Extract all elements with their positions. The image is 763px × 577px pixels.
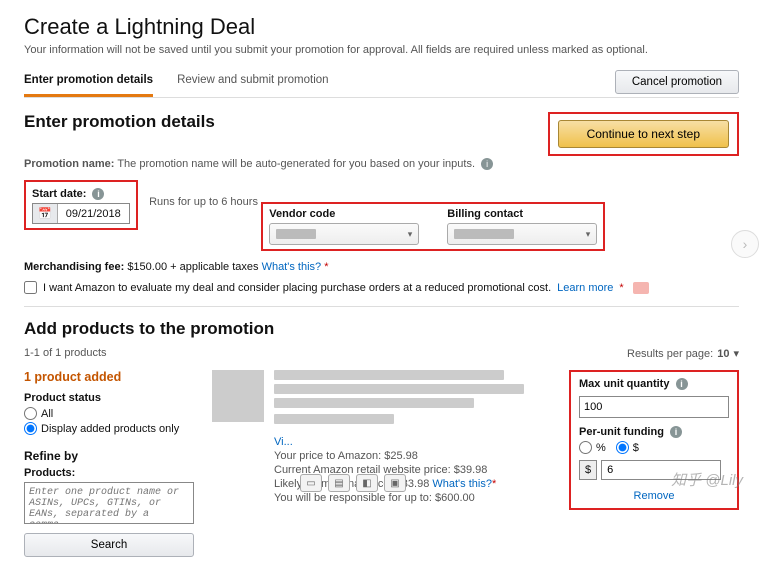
- info-icon[interactable]: i: [481, 158, 493, 170]
- page-subtitle: Your information will not be saved until…: [24, 44, 739, 56]
- percent-label: %: [596, 442, 606, 454]
- calendar-icon[interactable]: 📅: [33, 204, 58, 223]
- side-nav-arrow-icon[interactable]: ›: [731, 230, 759, 258]
- max-qty-input[interactable]: [579, 396, 729, 418]
- funding-dollar-radio[interactable]: [616, 441, 629, 454]
- rpp-label: Results per page:: [627, 348, 713, 360]
- footer-icon-3[interactable]: ◧: [356, 474, 378, 492]
- learn-more-link[interactable]: Learn more: [557, 282, 613, 294]
- whats-this-link-2[interactable]: What's this?: [432, 478, 492, 490]
- required-asterisk: *: [324, 261, 328, 273]
- evaluate-deal-label: I want Amazon to evaluate my deal and co…: [43, 282, 551, 294]
- per-unit-funding-label: Per-unit funding: [579, 426, 664, 438]
- footer-icon-2[interactable]: ▤: [328, 474, 350, 492]
- vendor-code-select[interactable]: ▾: [269, 223, 419, 245]
- tab-bar: Enter promotion details Review and submi…: [24, 66, 329, 97]
- whats-this-link[interactable]: What's this?: [262, 261, 322, 273]
- tab-review-submit[interactable]: Review and submit promotion: [177, 66, 329, 97]
- start-date-input[interactable]: 📅 09/21/2018: [32, 203, 130, 224]
- product-vi-link[interactable]: Vi...: [274, 436, 293, 448]
- watermark: 知乎 @Lily: [671, 469, 743, 490]
- responsible-amount: You will be responsible for up to: $600.…: [274, 492, 551, 504]
- page-title: Create a Lightning Deal: [24, 14, 739, 40]
- product-status-label: Product status: [24, 392, 194, 404]
- chevron-down-icon[interactable]: ▾: [733, 347, 739, 360]
- cancel-promotion-button[interactable]: Cancel promotion: [615, 70, 739, 94]
- enter-details-heading: Enter promotion details: [24, 112, 215, 132]
- footer-icon-4[interactable]: ▣: [384, 474, 406, 492]
- status-added-label: Display added products only: [41, 423, 179, 435]
- evaluate-deal-checkbox[interactable]: [24, 281, 37, 294]
- start-date-label: Start date:: [32, 188, 86, 200]
- add-products-heading: Add products to the promotion: [24, 319, 739, 339]
- currency-prefix: $: [579, 460, 597, 480]
- dollar-label: $: [633, 442, 639, 454]
- billing-contact-select[interactable]: ▾: [447, 223, 597, 245]
- footer-toolbar: ▭ ▤ ◧ ▣: [300, 474, 406, 492]
- start-date-value: 09/21/2018: [58, 205, 129, 223]
- funding-percent-radio[interactable]: [579, 441, 592, 454]
- products-added-count: 1 product added: [24, 370, 194, 384]
- refine-by-heading: Refine by: [24, 449, 194, 463]
- merch-fee-label: Merchandising fee:: [24, 261, 124, 273]
- remove-link[interactable]: Remove: [634, 490, 675, 502]
- continue-button[interactable]: Continue to next step: [558, 120, 729, 148]
- price-to-amazon: Your price to Amazon: $25.98: [274, 450, 551, 462]
- runs-note: Runs for up to 6 hours: [149, 196, 258, 208]
- tab-enter-details[interactable]: Enter promotion details: [24, 66, 153, 97]
- status-added-radio[interactable]: [24, 422, 37, 435]
- vendor-code-label: Vendor code: [269, 208, 419, 220]
- status-all-label: All: [41, 408, 53, 420]
- max-qty-label: Max unit quantity: [579, 378, 669, 390]
- promo-name-label: Promotion name:: [24, 158, 114, 170]
- info-icon[interactable]: i: [676, 378, 688, 390]
- product-search-input[interactable]: [24, 482, 194, 524]
- product-thumbnail: [212, 370, 264, 422]
- products-filter-label: Products:: [24, 467, 194, 479]
- required-asterisk: *: [619, 282, 623, 294]
- merch-fee-value: $150.00 + applicable taxes: [127, 261, 258, 273]
- billing-contact-label: Billing contact: [447, 208, 597, 220]
- rpp-value[interactable]: 10: [717, 348, 729, 360]
- footer-icon-1[interactable]: ▭: [300, 474, 322, 492]
- info-icon[interactable]: i: [670, 426, 682, 438]
- status-all-radio[interactable]: [24, 407, 37, 420]
- search-button[interactable]: Search: [24, 533, 194, 557]
- product-count: 1-1 of 1 products: [24, 347, 107, 360]
- highlight-marker: [633, 282, 649, 294]
- promo-name-note: The promotion name will be auto-generate…: [117, 158, 475, 170]
- info-icon[interactable]: i: [92, 188, 104, 200]
